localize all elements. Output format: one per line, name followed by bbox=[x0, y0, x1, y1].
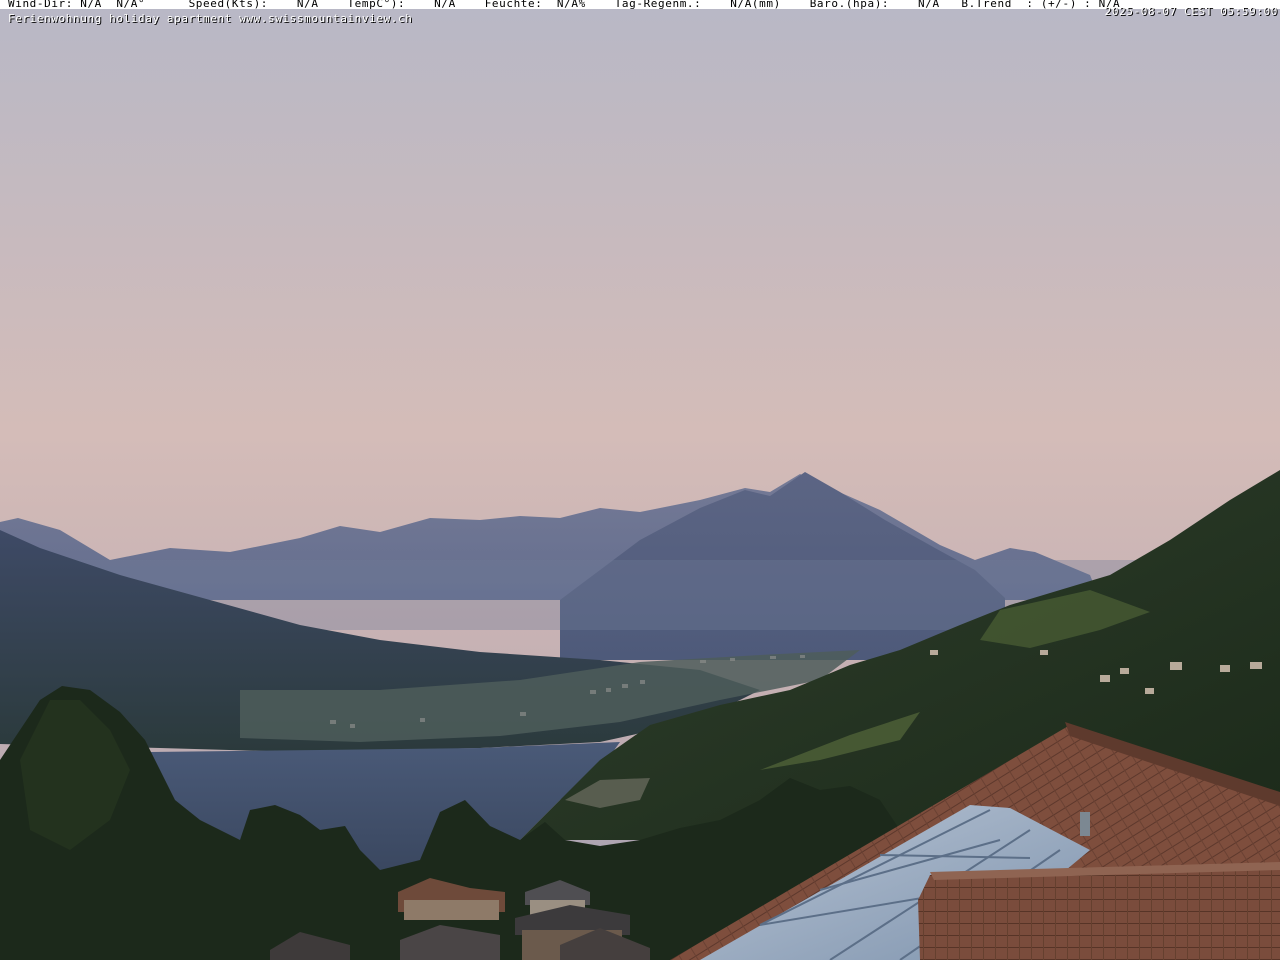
lower-roof bbox=[918, 865, 1280, 960]
webcam-overlay: Wind-Dir: N/A N/A° Speed(Kts): N/A TempC… bbox=[0, 0, 1280, 26]
webcam-scene bbox=[0, 0, 1280, 960]
webcam-caption: Ferienwohnung holiday apartment www.swis… bbox=[8, 12, 413, 25]
weather-readout: Wind-Dir: N/A N/A° Speed(Kts): N/A TempC… bbox=[8, 0, 1121, 10]
timestamp: 2025-08-07 CEST 05:59:00 bbox=[1104, 5, 1278, 18]
roof-vent bbox=[1080, 812, 1090, 836]
